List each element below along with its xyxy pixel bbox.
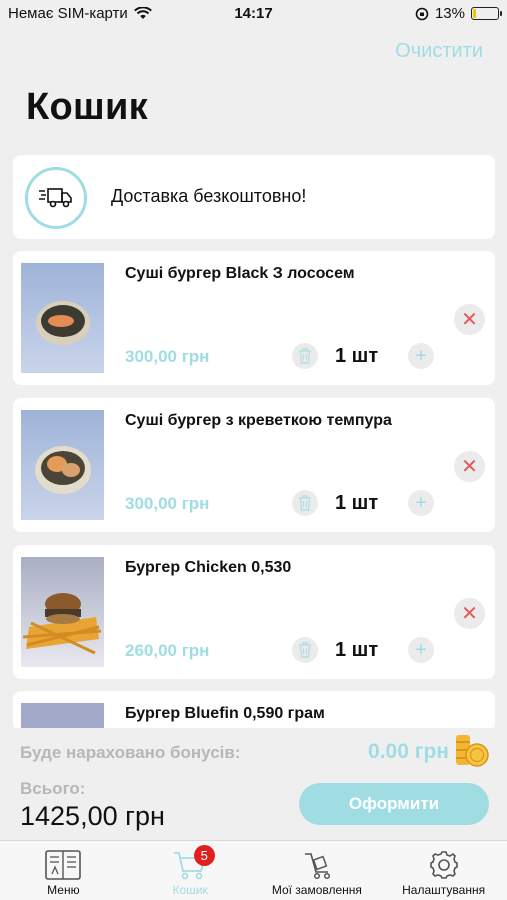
plus-icon: + — [415, 638, 427, 661]
item-quantity: 1 шт — [335, 345, 379, 367]
page-title: Кошик — [26, 86, 148, 128]
item-name: Суші бургер Black З лососем — [125, 265, 355, 282]
battery-icon — [471, 7, 502, 20]
product-image — [21, 263, 104, 373]
status-right: 13% — [415, 5, 502, 22]
trash-icon — [299, 495, 311, 511]
clear-cart-button[interactable]: Очистити — [395, 40, 483, 63]
battery-level — [473, 9, 476, 18]
delivery-text: Доставка безкоштовно! — [111, 186, 307, 206]
plus-icon: + — [415, 344, 427, 367]
cart-count-badge: 5 — [193, 845, 215, 866]
close-icon: ✕ — [461, 309, 478, 331]
tab-settings[interactable]: Налаштування — [380, 841, 507, 900]
close-icon: ✕ — [461, 603, 478, 625]
gear-icon — [429, 851, 458, 879]
product-image — [21, 557, 104, 667]
status-bar: Немає SIM-карти 14:17 13% — [0, 0, 507, 28]
tab-cart[interactable]: Кошик 5 — [127, 841, 254, 900]
delivery-banner: Доставка безкоштовно! — [13, 155, 495, 239]
item-price: 300,00 грн — [125, 494, 210, 513]
increase-quantity-button[interactable]: + — [408, 637, 434, 663]
product-image — [21, 410, 104, 520]
trash-button[interactable] — [292, 490, 318, 516]
total-value: 1425,00 грн — [20, 801, 165, 831]
remove-item-button[interactable]: ✕ — [454, 451, 485, 482]
rotation-lock-icon — [415, 7, 429, 20]
increase-quantity-button[interactable]: + — [408, 343, 434, 369]
close-icon: ✕ — [461, 456, 478, 478]
item-quantity: 1 шт — [335, 492, 379, 514]
increase-quantity-button[interactable]: + — [408, 490, 434, 516]
bonus-value: 0.00 грн — [368, 740, 449, 763]
trash-icon — [299, 642, 311, 658]
trash-button[interactable] — [292, 637, 318, 663]
trash-icon — [299, 348, 311, 364]
bonus-label: Буде нараховано бонусів: — [20, 743, 241, 762]
item-price: 300,00 грн — [125, 347, 210, 366]
item-name: Бургер Bluefin 0,590 грам — [125, 705, 325, 722]
battery-percent: 13% — [434, 5, 465, 22]
tab-label: Кошик — [172, 883, 208, 897]
tab-label: Мої замовлення — [271, 883, 362, 897]
cart-item: Бургер Chicken 0,530 260,00 грн 1 шт + ✕ — [13, 545, 495, 679]
product-image — [21, 703, 104, 731]
orders-cart-icon — [304, 853, 330, 880]
item-name: Бургер Chicken 0,530 — [125, 559, 292, 576]
checkout-button[interactable]: Оформити — [299, 783, 489, 825]
item-name: Суші бургер з креветкою темпура — [125, 412, 392, 429]
cart-item: Бургер Bluefin 0,590 грам — [13, 691, 495, 731]
tab-my-orders[interactable]: Мої замовлення — [254, 841, 381, 900]
remove-item-button[interactable]: ✕ — [454, 304, 485, 335]
tab-bar: Меню Кошик 5 Мої замовлення Налаштування — [0, 840, 507, 900]
plus-icon: + — [415, 491, 427, 514]
tab-label: Меню — [47, 883, 80, 897]
bonus-coins-icon — [456, 735, 489, 767]
order-summary: Буде нараховано бонусів: 0.00 грн Всього… — [0, 728, 507, 840]
remove-item-button[interactable]: ✕ — [454, 598, 485, 629]
menu-book-icon — [45, 850, 82, 880]
total-label: Всього: — [20, 779, 86, 798]
tab-menu[interactable]: Меню — [0, 841, 127, 900]
delivery-truck-icon — [25, 167, 87, 229]
cart-item: Суші бургер Black З лососем 300,00 грн 1… — [13, 251, 495, 385]
tab-label: Налаштування — [402, 883, 486, 897]
item-price: 260,00 грн — [125, 641, 210, 660]
item-quantity: 1 шт — [335, 639, 379, 661]
cart-item: Суші бургер з креветкою темпура 300,00 г… — [13, 398, 495, 532]
trash-button[interactable] — [292, 343, 318, 369]
